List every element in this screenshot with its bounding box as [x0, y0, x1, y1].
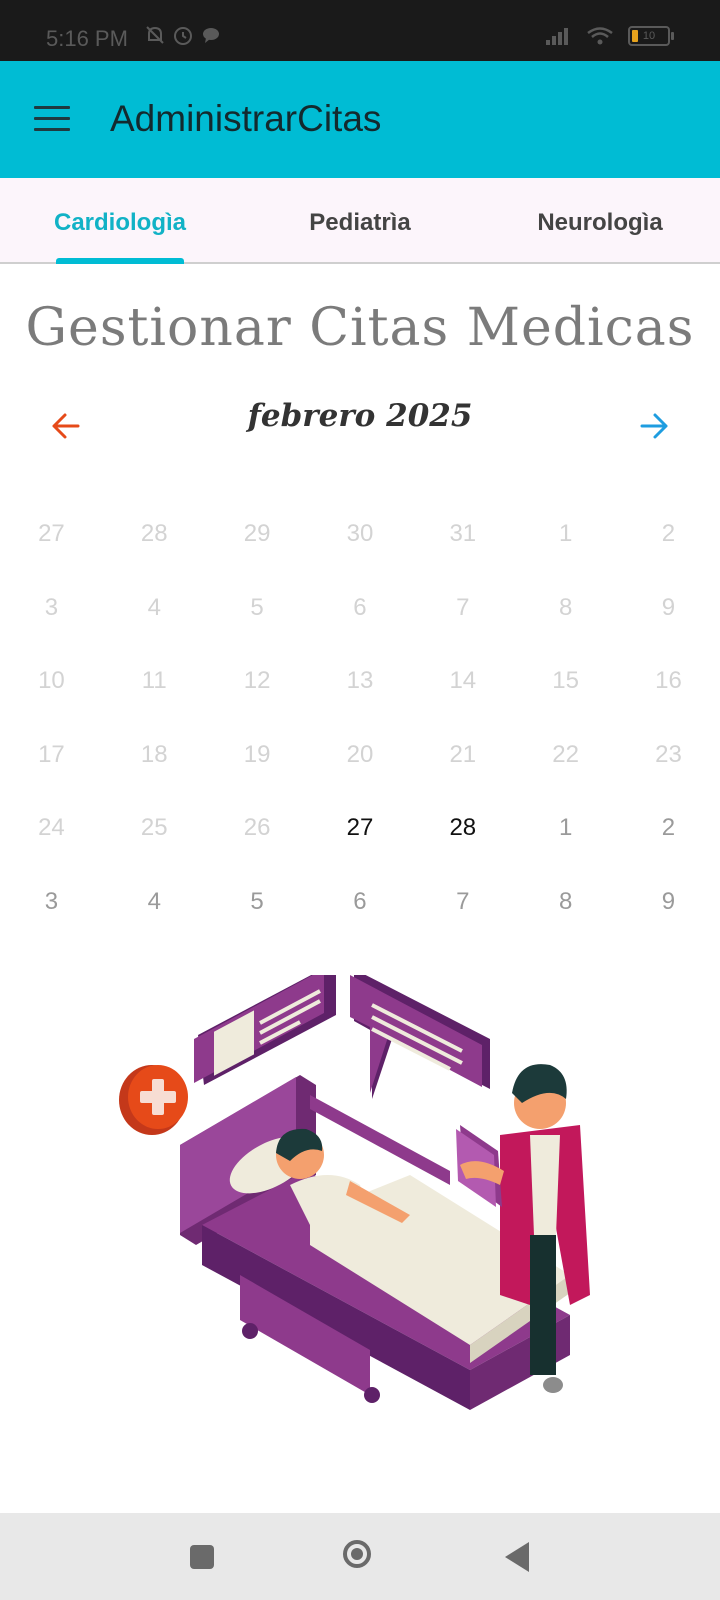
calendar-day: 9: [661, 593, 676, 621]
calendar-day: 23: [655, 740, 682, 768]
battery-icon: 10: [628, 26, 674, 46]
calendar-week-row: 3 4 5 6 7 8 9: [0, 571, 720, 645]
calendar-header: febrero 2025: [0, 390, 720, 460]
calendar-day: 13: [346, 667, 374, 694]
calendar-day[interactable]: 4: [103, 865, 206, 939]
month-label: febrero 2025: [247, 398, 473, 434]
status-time: 5:16 PM: [46, 26, 128, 51]
calendar-day: 6: [353, 593, 367, 621]
recents-icon[interactable]: [190, 1545, 214, 1569]
calendar-day[interactable]: 6: [309, 865, 412, 939]
tab-neurologia[interactable]: Neurologìa: [480, 178, 720, 262]
calendar-day[interactable]: 1: [514, 791, 617, 865]
calendar-day: 2: [661, 520, 676, 547]
home-icon[interactable]: [343, 1540, 371, 1568]
calendar-day: 25: [140, 814, 168, 841]
calendar-week-row: 27 28 29 30 31 1 2: [0, 497, 720, 571]
calendar-grid: 27 28 29 30 31 1 2 3 4 5 6 7 8 9 10 11 12 13 14 15 16 17 18 19 2…: [0, 497, 720, 938]
calendar-day: 12: [243, 667, 271, 694]
calendar-day: 30: [346, 520, 374, 547]
calendar-day: 10: [38, 667, 65, 694]
calendar-day: 17: [38, 740, 65, 768]
calendar-day: 8: [558, 593, 573, 621]
calendar-day: 31: [449, 520, 477, 547]
calendar-day: 26: [243, 814, 271, 841]
hamburger-menu-icon[interactable]: [34, 106, 70, 132]
calendar-day: 19: [243, 740, 271, 768]
calendar-day: 16: [655, 667, 682, 694]
chat-icon: [203, 28, 219, 43]
calendar-day[interactable]: 2: [617, 791, 720, 865]
battery-level: 10: [642, 30, 656, 42]
calendar-day: 1: [558, 520, 573, 547]
mute-icon: [146, 26, 164, 44]
calendar-day: 21: [449, 740, 477, 768]
calendar-day: 5: [250, 593, 264, 621]
calendar-week-row: 17 18 19 20 21 22 23: [0, 718, 720, 792]
tab-bar: Cardiologìa Pediatrìa Neurologìa: [0, 178, 720, 264]
calendar-day[interactable]: 3: [0, 865, 103, 939]
tab-indicator: [56, 258, 184, 264]
calendar-day: 14: [449, 667, 477, 694]
calendar-day[interactable]: 7: [411, 865, 514, 939]
alarm-icon: [174, 27, 192, 45]
signal-icon: [546, 28, 568, 45]
tab-cardiologia[interactable]: Cardiologìa: [0, 178, 240, 262]
calendar-day[interactable]: 9: [617, 865, 720, 939]
back-icon[interactable]: [505, 1542, 529, 1572]
tab-pediatria[interactable]: Pediatrìa: [240, 178, 480, 262]
calendar-day: 29: [243, 520, 271, 547]
arrow-right-icon[interactable]: [636, 408, 672, 444]
calendar-week-row: 10 11 12 13 14 15 16: [0, 644, 720, 718]
status-bar: 5:16 PM 10: [0, 0, 720, 61]
app-title: AdministrarCitas: [110, 98, 382, 139]
calendar-day: 7: [456, 593, 470, 621]
calendar-day: 20: [346, 740, 374, 768]
calendar-day: 4: [147, 593, 161, 621]
page-title: Gestionar Citas Medicas: [25, 298, 695, 358]
calendar-day: 11: [141, 667, 167, 694]
calendar-day: 3: [44, 593, 59, 621]
calendar-week-row: 24 25 26 27 28 1 2: [0, 791, 720, 865]
calendar-day: 28: [140, 520, 168, 547]
calendar-day[interactable]: 8: [514, 865, 617, 939]
calendar-day[interactable]: 27: [309, 791, 412, 865]
calendar-day: 27: [38, 520, 65, 547]
calendar-day[interactable]: 28: [411, 791, 514, 865]
wifi-icon: [587, 27, 613, 45]
hospital-patient-doctor-illustration: [119, 975, 590, 1410]
calendar-day[interactable]: 5: [206, 865, 309, 939]
calendar-day: 24: [38, 814, 65, 841]
calendar-day: 15: [552, 667, 579, 694]
calendar-day: 18: [140, 740, 168, 768]
calendar-day: 22: [552, 740, 579, 768]
calendar-week-row: 3456789: [0, 865, 720, 939]
